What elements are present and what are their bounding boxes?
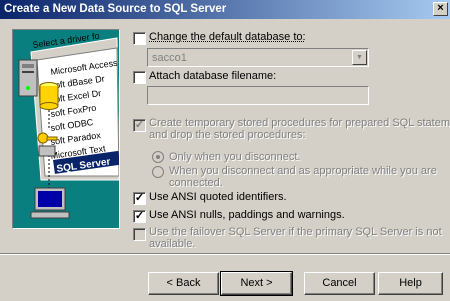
- disk-icon: [38, 145, 56, 157]
- ansi-quoted-label[interactable]: Use ANSI quoted identifiers.: [149, 191, 287, 203]
- window-title: Create a New Data Source to SQL Server: [4, 3, 227, 15]
- create-temp-sp-label-line1: Create temporary stored procedures for p…: [149, 117, 450, 129]
- next-button[interactable]: Next >: [220, 271, 293, 296]
- attach-db-filename-input[interactable]: [147, 86, 369, 105]
- failover-label-line2: available.: [149, 238, 196, 250]
- computer-icon: [30, 187, 70, 219]
- attach-db-label[interactable]: Attach database filename:: [149, 70, 276, 82]
- failover-label-line1: Use the failover SQL Server if the prima…: [149, 226, 442, 238]
- default-database-value: sacco1: [152, 52, 187, 64]
- driver-list-illustration: Select a driver fo Microsoft Access D so…: [18, 31, 119, 219]
- attach-db-checkbox[interactable]: [133, 71, 146, 84]
- ansi-nulls-checkbox[interactable]: ✓: [133, 210, 146, 223]
- back-button[interactable]: < Back: [148, 272, 219, 295]
- button-separator: [0, 253, 450, 255]
- change-default-db-checkbox[interactable]: [133, 32, 146, 45]
- ansi-nulls-label[interactable]: Use ANSI nulls, paddings and warnings.: [149, 209, 345, 221]
- when-disconnect-label-line2: connected.: [169, 177, 223, 189]
- ansi-quoted-checkbox[interactable]: ✓: [133, 192, 146, 205]
- help-button[interactable]: Help: [378, 272, 443, 295]
- only-when-disconnect-label: Only when you disconnect.: [169, 151, 301, 163]
- cancel-button[interactable]: Cancel: [304, 272, 375, 295]
- default-database-combobox[interactable]: sacco1 ▼: [147, 48, 369, 67]
- only-when-disconnect-radio[interactable]: [152, 151, 164, 163]
- database-icon: [39, 82, 59, 110]
- create-temp-sp-label-line2: and drop the stored procedures:: [149, 129, 306, 141]
- when-disconnect-label-line1: When you disconnect and as appropriate w…: [169, 165, 437, 177]
- when-disconnect-radio[interactable]: [152, 166, 164, 178]
- create-temp-sp-checkbox[interactable]: ✓: [133, 119, 146, 132]
- close-button[interactable]: ×: [433, 2, 448, 16]
- chevron-down-icon[interactable]: ▼: [352, 50, 367, 65]
- failover-checkbox[interactable]: [133, 228, 146, 241]
- wizard-illustration: Select a driver fo Microsoft Access D so…: [12, 29, 120, 229]
- server-icon: [18, 59, 38, 97]
- change-default-db-label[interactable]: Change the default database to:: [149, 31, 306, 43]
- title-bar: Create a New Data Source to SQL Server ×: [0, 0, 450, 19]
